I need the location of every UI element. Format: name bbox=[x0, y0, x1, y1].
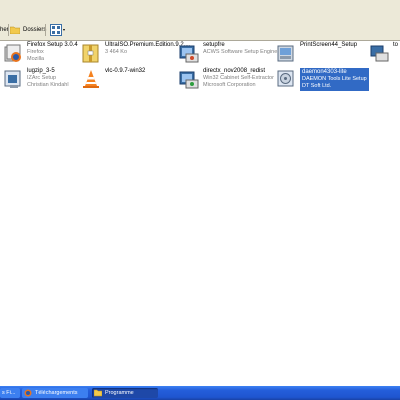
file-name: lugzip_3-5 bbox=[27, 68, 55, 74]
file-description: Win32 Cabinet Self-Extractor bbox=[203, 75, 274, 81]
file-name: setupfre bbox=[203, 42, 225, 48]
file-item-setupfre[interactable]: setupfre ACWS Software Setup Engine bbox=[178, 42, 277, 64]
taskbar-button-telechargements[interactable]: Téléchargements bbox=[22, 388, 88, 398]
folders-button[interactable]: Dossiers bbox=[10, 22, 46, 38]
file-name: to bbox=[393, 42, 399, 48]
file-item-daemon-tools[interactable]: daemon4303-lite DAEMON Tools Lite Setup … bbox=[275, 68, 369, 91]
explorer-toolbar: her Dossiers bbox=[0, 0, 400, 41]
file-name: vlc-0.9.7-win32 bbox=[105, 68, 146, 74]
taskbar-button-1[interactable]: s Fi... bbox=[0, 388, 20, 398]
views-button[interactable] bbox=[50, 22, 66, 38]
file-item-izarc[interactable]: lugzip_3-5 IZArc Setup Christian Kindahl bbox=[2, 68, 69, 90]
views-icon bbox=[50, 24, 65, 36]
installer-icon bbox=[4, 44, 21, 62]
firefox-icon bbox=[24, 389, 32, 397]
setup-program-icon bbox=[370, 45, 389, 62]
file-description: ACWS Software Setup Engine bbox=[203, 49, 278, 55]
toolbar-separator bbox=[45, 24, 46, 36]
file-item-printscreen-setup[interactable]: PrintScreen44_Setup bbox=[275, 42, 357, 64]
file-description: Firefox bbox=[27, 49, 44, 55]
file-description: DAEMON Tools Lite Setup bbox=[302, 76, 367, 82]
file-name: daemon4303-lite bbox=[302, 69, 347, 75]
toolbar-separator bbox=[8, 24, 9, 36]
taskbar-button-programme[interactable]: Programme bbox=[92, 388, 158, 398]
file-name: Firefox Setup 3.0.4 bbox=[27, 42, 78, 48]
installer-icon bbox=[277, 45, 294, 62]
folder-icon bbox=[10, 26, 20, 34]
file-item-firefox-setup[interactable]: Firefox Setup 3.0.4 Firefox Mozilla bbox=[2, 42, 78, 64]
file-item-to[interactable]: to bbox=[368, 42, 398, 64]
file-item-directx[interactable]: directx_nov2008_redist Win32 Cabinet Sel… bbox=[178, 68, 274, 90]
file-company: Christian Kindahl bbox=[27, 82, 69, 88]
file-item-ultraiso[interactable]: UltraISO.Premium.Edition.9.2.... 3 464 K… bbox=[80, 42, 190, 64]
taskbar-button-label: Programme bbox=[105, 390, 134, 396]
file-description: IZArc Setup bbox=[27, 75, 57, 81]
file-company: Mozilla bbox=[27, 56, 45, 62]
folders-button-label: Dossiers bbox=[23, 27, 47, 33]
taskbar-button-label: Téléchargements bbox=[35, 390, 78, 396]
installer-icon bbox=[4, 70, 21, 88]
archive-icon bbox=[82, 44, 99, 63]
file-company: Microsoft Corporation bbox=[203, 82, 256, 88]
setup-program-icon bbox=[179, 71, 199, 89]
file-name: directx_nov2008_redist bbox=[203, 68, 266, 74]
taskbar: s Fi... Téléchargements Programme bbox=[0, 386, 400, 400]
folder-icon bbox=[94, 389, 102, 397]
setup-program-icon bbox=[179, 45, 199, 63]
file-company: DT Soft Ltd. bbox=[302, 83, 332, 89]
installer-icon bbox=[277, 70, 294, 87]
file-name: PrintScreen44_Setup bbox=[300, 42, 358, 48]
vlc-cone-icon bbox=[83, 70, 99, 88]
file-item-vlc[interactable]: vlc-0.9.7-win32 bbox=[80, 68, 145, 90]
taskbar-button-label: s Fi... bbox=[2, 390, 16, 396]
